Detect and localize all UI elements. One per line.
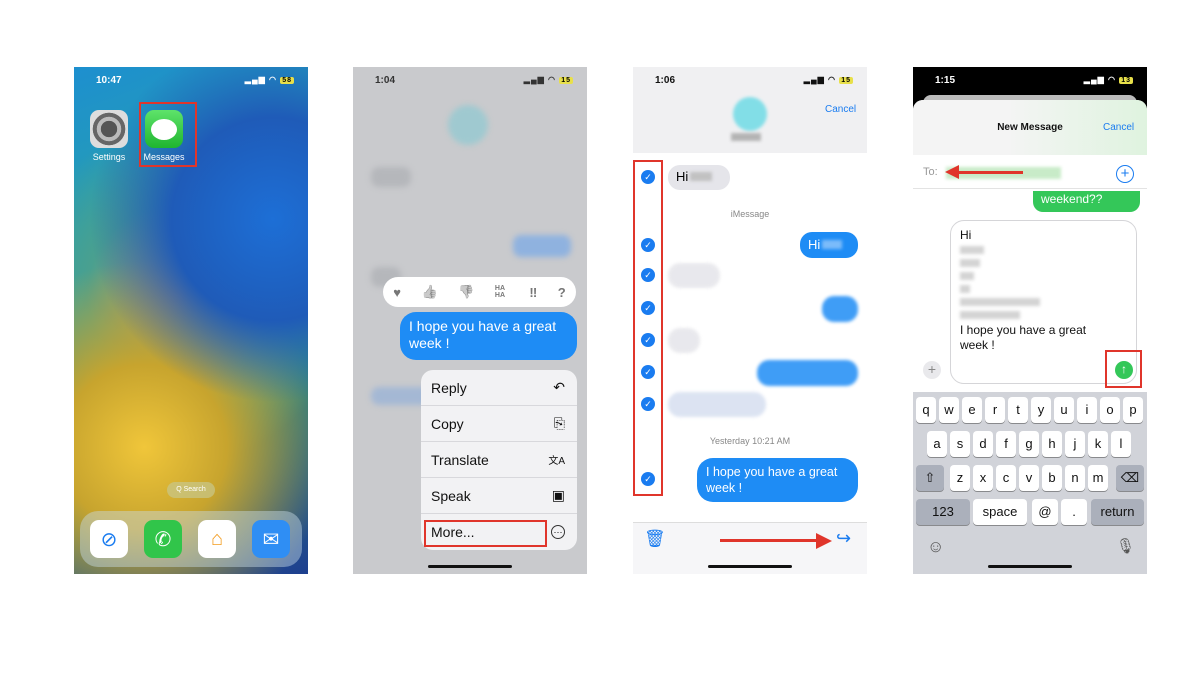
key-b[interactable]: b bbox=[1042, 465, 1062, 491]
key-d[interactable]: d bbox=[973, 431, 993, 457]
key-l[interactable]: l bbox=[1111, 431, 1131, 457]
red-arrow-head bbox=[945, 165, 959, 179]
key-s[interactable]: s bbox=[950, 431, 970, 457]
key-c[interactable]: c bbox=[996, 465, 1016, 491]
key-n[interactable]: n bbox=[1065, 465, 1085, 491]
numbers-key[interactable]: 123 bbox=[916, 499, 970, 525]
outgoing-message[interactable]: I hope you have a great week ! bbox=[697, 458, 858, 502]
menu-translate[interactable]: Translate 文A bbox=[421, 442, 577, 478]
phone-home-screen: 10:47 ▂▄▆ ◠ 58 Settings Messages Q Searc… bbox=[74, 67, 308, 574]
safari-icon[interactable]: ⊘ bbox=[90, 520, 128, 558]
key-p[interactable]: p bbox=[1123, 397, 1143, 423]
period-key[interactable]: . bbox=[1061, 499, 1087, 525]
key-h[interactable]: h bbox=[1042, 431, 1062, 457]
menu-reply[interactable]: Reply ↶ bbox=[421, 370, 577, 406]
haha-reaction[interactable]: HA HA bbox=[495, 285, 509, 299]
highlight-box bbox=[424, 520, 547, 547]
phone-select-messages: 1:06 ▂▄▆ ◠ 15 Cancel ✓ ✓ ✓ ✓ ✓ ✓ ✓ ✓ Hi … bbox=[633, 67, 867, 574]
key-e[interactable]: e bbox=[962, 397, 982, 423]
key-w[interactable]: w bbox=[939, 397, 959, 423]
more-ellipsis-icon: ⋯ bbox=[551, 525, 565, 539]
speak-icon: ▣ bbox=[551, 487, 565, 503]
outgoing-message[interactable] bbox=[757, 360, 858, 386]
highlight-box bbox=[139, 102, 197, 167]
red-arrow bbox=[953, 171, 1023, 174]
phone-icon[interactable]: ✆ bbox=[144, 520, 182, 558]
menu-copy[interactable]: Copy ⎘ bbox=[421, 406, 577, 442]
incoming-message[interactable] bbox=[668, 328, 700, 353]
trash-icon[interactable]: 🗑 bbox=[644, 529, 666, 549]
copy-icon: ⎘ bbox=[553, 415, 565, 431]
keyboard: q w e r t y u i o p a s d f g h j k l ⇧ z x c v b n m ⌫ 123 space @. re… bbox=[913, 392, 1147, 574]
apps-plus-button[interactable]: + bbox=[923, 361, 941, 379]
previous-message: weekend?? bbox=[1033, 191, 1140, 212]
key-m[interactable]: m bbox=[1088, 465, 1108, 491]
cancel-button[interactable]: Cancel bbox=[1103, 122, 1134, 133]
red-arrow-head bbox=[816, 533, 832, 549]
key-a[interactable]: a bbox=[927, 431, 947, 457]
key-g[interactable]: g bbox=[1019, 431, 1039, 457]
outgoing-message[interactable] bbox=[822, 296, 858, 322]
incoming-message[interactable] bbox=[668, 263, 720, 288]
reaction-bar: ♥ 👍 👎 HA HA ‼ ? bbox=[383, 277, 576, 307]
key-z[interactable]: z bbox=[950, 465, 970, 491]
key-r[interactable]: r bbox=[985, 397, 1005, 423]
home-icon[interactable]: ⌂ bbox=[198, 520, 236, 558]
message-bubble[interactable]: I hope you have a great week ! bbox=[400, 312, 577, 360]
add-contact-icon[interactable]: + bbox=[1116, 165, 1134, 183]
thumbs-up-reaction[interactable]: 👍 bbox=[421, 284, 437, 300]
mail-icon[interactable]: ✉ bbox=[252, 520, 290, 558]
delete-key[interactable]: ⌫ bbox=[1116, 465, 1144, 491]
settings-gear-icon[interactable] bbox=[90, 110, 128, 148]
key-j[interactable]: j bbox=[1065, 431, 1085, 457]
shift-key[interactable]: ⇧ bbox=[916, 465, 944, 491]
dock: ⊘ ✆ ⌂ ✉ bbox=[80, 511, 302, 567]
forward-share-icon[interactable]: ↪ bbox=[836, 528, 851, 549]
key-v[interactable]: v bbox=[1019, 465, 1039, 491]
key-f[interactable]: f bbox=[996, 431, 1016, 457]
emoji-icon[interactable]: ☺ bbox=[927, 537, 944, 557]
outgoing-message[interactable]: Hi bbox=[800, 232, 858, 258]
space-key[interactable]: space bbox=[973, 499, 1027, 525]
key-o[interactable]: o bbox=[1100, 397, 1120, 423]
search-pill[interactable]: Q Search bbox=[167, 482, 215, 498]
red-arrow bbox=[720, 539, 820, 542]
incoming-message[interactable]: Hi bbox=[668, 165, 730, 190]
menu-speak[interactable]: Speak ▣ bbox=[421, 478, 577, 514]
key-k[interactable]: k bbox=[1088, 431, 1108, 457]
cancel-button[interactable]: Cancel bbox=[825, 104, 856, 115]
translate-icon: 文A bbox=[548, 456, 565, 467]
key-t[interactable]: t bbox=[1008, 397, 1028, 423]
phone-message-menu: 1:04 ▂▄▆ ◠ 15 ♥ 👍 👎 HA HA ‼ ? I hope you… bbox=[353, 67, 587, 574]
key-q[interactable]: q bbox=[916, 397, 936, 423]
heart-reaction[interactable]: ♥ bbox=[393, 285, 401, 300]
phone-new-message: 1:15 ▂▄▆ ◠ 13 New Message Cancel To: + w… bbox=[913, 67, 1147, 574]
highlight-box bbox=[1105, 350, 1142, 388]
emphasis-reaction[interactable]: ‼ bbox=[529, 285, 537, 300]
key-i[interactable]: i bbox=[1077, 397, 1097, 423]
key-x[interactable]: x bbox=[973, 465, 993, 491]
incoming-message[interactable] bbox=[668, 392, 766, 417]
at-key[interactable]: @ bbox=[1032, 499, 1058, 525]
return-key[interactable]: return bbox=[1091, 499, 1144, 525]
contact-avatar[interactable] bbox=[733, 97, 767, 131]
signal-wifi-battery-icon: ▂▄▆ ◠ 58 bbox=[244, 75, 294, 84]
microphone-icon[interactable]: 🎙 bbox=[1116, 537, 1135, 555]
reply-icon: ↶ bbox=[553, 379, 565, 395]
key-u[interactable]: u bbox=[1054, 397, 1074, 423]
question-reaction[interactable]: ? bbox=[558, 285, 566, 300]
key-y[interactable]: y bbox=[1031, 397, 1051, 423]
thumbs-down-reaction[interactable]: 👎 bbox=[458, 284, 474, 300]
